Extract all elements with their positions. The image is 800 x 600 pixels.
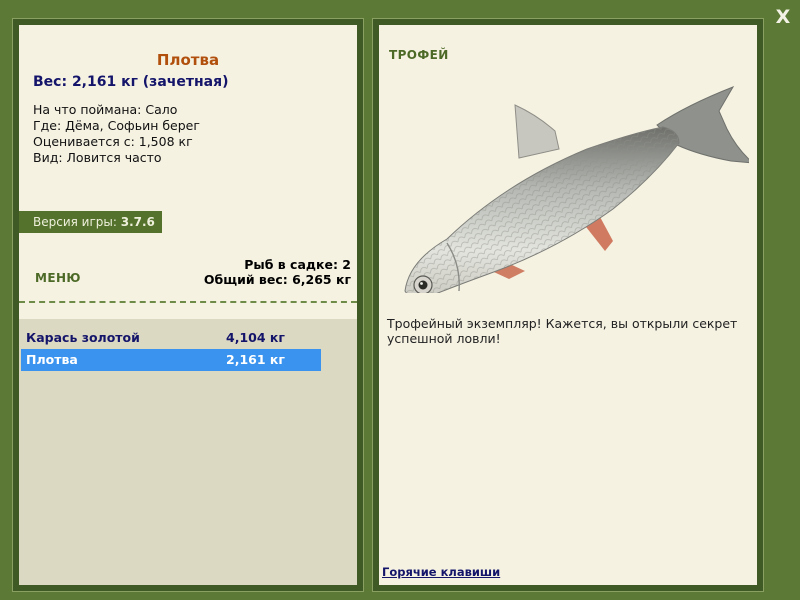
fish-image	[404, 86, 749, 293]
trophy-content: ТРОФЕЙ Трофейный экземпляр! Кажется, вы …	[379, 25, 757, 585]
trophy-description: Трофейный экземпляр! Кажется, вы открыли…	[387, 316, 738, 346]
location-info: Где: Дёма, Софьин берег	[33, 118, 200, 133]
fish-name: Плотва	[156, 51, 220, 69]
version-badge: Версия игры: 3.7.6	[19, 211, 162, 233]
species-info: Вид: Ловится часто	[33, 150, 162, 165]
catch-name: Карась золотой	[26, 330, 140, 345]
catch-name: Плотва	[26, 352, 78, 367]
hotkeys-link[interactable]: Горячие клавиши	[382, 565, 500, 579]
catch-weight: 4,104 кг	[226, 330, 285, 345]
catch-list-item-selected[interactable]: Плотва 2,161 кг	[21, 349, 321, 371]
catch-list: Карась золотой 4,104 кг Плотва 2,161 кг	[19, 319, 357, 585]
threshold-info: Оценивается с: 1,508 кг	[33, 134, 193, 149]
fish-info-panel: Плотва Вес: 2,161 кг (зачетная) На что п…	[12, 18, 364, 592]
fish-count: Рыб в садке: 2	[244, 257, 351, 272]
bait-info: На что поймана: Сало	[33, 102, 178, 117]
close-button[interactable]: X	[773, 6, 793, 28]
trophy-panel: ТРОФЕЙ Трофейный экземпляр! Кажется, вы …	[372, 18, 764, 592]
dashed-divider	[19, 301, 357, 303]
catch-weight: 2,161 кг	[226, 352, 285, 367]
fish-info-content: Плотва Вес: 2,161 кг (зачетная) На что п…	[19, 25, 357, 585]
fish-weight: Вес: 2,161 кг (зачетная)	[33, 74, 229, 90]
menu-button[interactable]: МЕНЮ	[35, 271, 81, 285]
close-icon[interactable]: X	[776, 6, 791, 28]
total-weight: Общий вес: 6,265 кг	[203, 271, 351, 287]
catch-list-item[interactable]: Карась золотой 4,104 кг	[21, 327, 321, 349]
version-label: Версия игры:	[33, 215, 117, 229]
version-value: 3.7.6	[120, 215, 155, 229]
keepnet-stats: Рыб в садке: 2 Общий вес: 6,265 кг	[203, 257, 351, 287]
